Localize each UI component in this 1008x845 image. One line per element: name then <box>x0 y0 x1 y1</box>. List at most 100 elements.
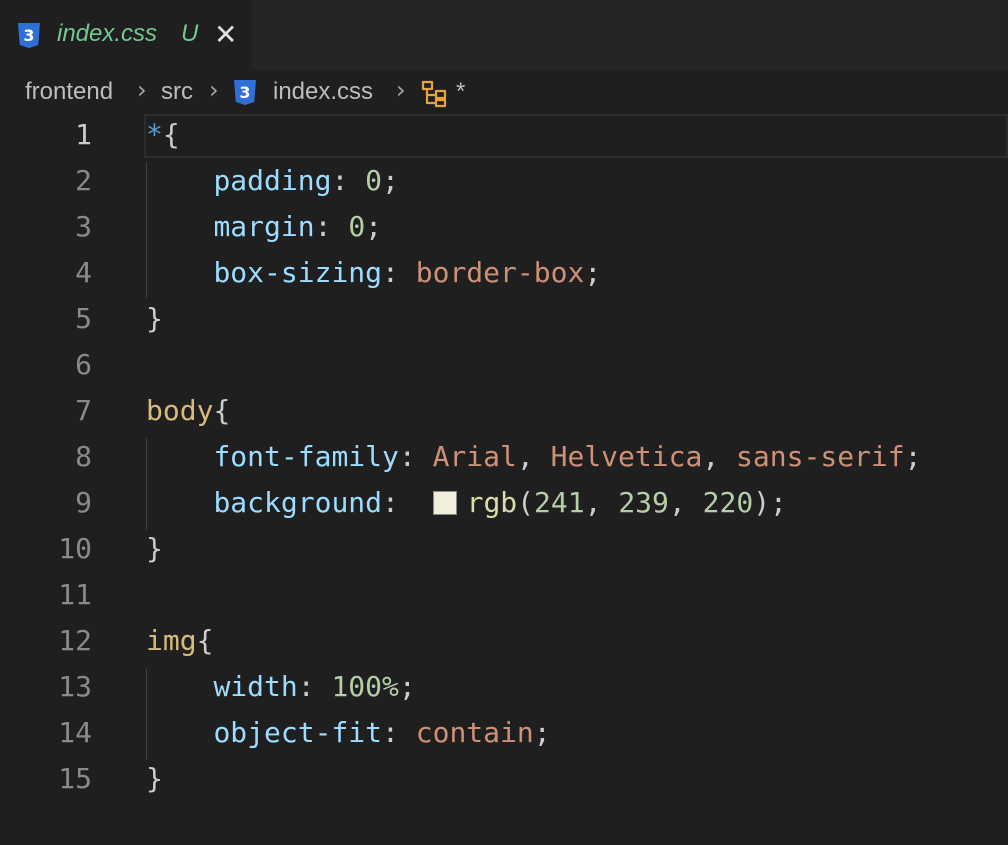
code-token: { <box>196 624 214 657</box>
code-token: { <box>213 394 231 427</box>
code-token: font-family <box>213 440 399 473</box>
code-line[interactable]: 14 object-fit: contain; <box>0 712 1008 758</box>
symbol-structure-icon <box>421 80 447 108</box>
code-line[interactable]: 13 width: 100%; <box>0 666 1008 712</box>
code-token: , <box>702 440 737 473</box>
code-line[interactable]: 1 *{ <box>0 114 1008 160</box>
code-token: } <box>146 532 163 565</box>
code-line[interactable]: 5} <box>0 298 1008 344</box>
code-token: rgb <box>466 486 518 519</box>
code-text: } <box>146 302 163 335</box>
code-token: ; <box>365 210 383 243</box>
code-token: ( <box>517 486 535 519</box>
code-token: 0 <box>348 210 366 243</box>
breadcrumb-item-src[interactable]: src <box>161 78 193 106</box>
code-text: } <box>146 532 163 565</box>
code-token: ; <box>382 164 399 197</box>
code-line[interactable]: 4 box-sizing: border-box; <box>0 252 1008 298</box>
tab-index-css[interactable]: 3 index.css U ✕ <box>0 0 252 70</box>
code-token: 220 <box>702 486 754 519</box>
breadcrumb-item-frontend[interactable]: frontend <box>25 78 113 106</box>
line-number: 2 <box>75 164 92 197</box>
code-line[interactable]: 7 body{ <box>0 390 1008 436</box>
line-number: 13 <box>58 670 92 703</box>
code-token: Arial <box>432 440 517 473</box>
breadcrumb-item-file[interactable]: index.css <box>273 78 373 106</box>
code-line[interactable]: 8 font-family: Arial, Helvetica, sans-se… <box>0 436 1008 482</box>
code-line[interactable]: 12 img{ <box>0 620 1008 666</box>
code-token: : <box>382 486 433 519</box>
code-line[interactable]: 9 background: rgb(241, 239, 220); <box>0 482 1008 528</box>
code-token: : <box>297 670 332 703</box>
line-number: 15 <box>58 762 92 795</box>
line-number: 3 <box>75 210 92 243</box>
code-token: ; <box>533 716 551 749</box>
code-line[interactable]: 2 padding: 0; <box>0 160 1008 206</box>
code-line[interactable]: 11 <box>0 574 1008 620</box>
code-token: : <box>382 256 416 289</box>
code-editor[interactable]: 1 *{2 padding: 0; 3 margin: 0; 4 box-sizing… <box>0 114 1008 845</box>
code-text: box-sizing: border-box; <box>146 256 601 289</box>
code-token: box-sizing <box>213 256 383 289</box>
chevron-right-icon: › <box>137 76 147 104</box>
code-text: background: rgb(241, 239, 220); <box>146 486 786 519</box>
close-icon[interactable]: ✕ <box>214 18 237 52</box>
code-token: , <box>516 440 551 473</box>
code-text: img{ <box>146 624 213 657</box>
line-number: 10 <box>58 532 92 565</box>
line-number: 4 <box>75 256 92 289</box>
code-line[interactable]: 3 margin: 0; <box>0 206 1008 252</box>
chevron-right-icon: › <box>396 76 406 104</box>
code-token: object-fit <box>213 716 383 749</box>
code-token: sans-serif <box>736 440 905 473</box>
line-number: 5 <box>75 302 92 335</box>
code-text: width: 100%; <box>146 670 416 703</box>
code-token: ; <box>584 256 602 289</box>
code-line[interactable]: 6 <box>0 344 1008 390</box>
code-token: border-box <box>415 256 585 289</box>
line-number: 6 <box>75 348 92 381</box>
code-token: , <box>668 486 703 519</box>
code-text: padding: 0; <box>146 164 399 197</box>
code-token: ; <box>398 670 416 703</box>
code-line[interactable]: 15} <box>0 758 1008 804</box>
code-text: object-fit: contain; <box>146 716 551 749</box>
code-token: { <box>162 118 180 151</box>
tab-bar: 3 index.css U ✕ <box>0 0 1008 70</box>
line-number: 1 <box>75 118 92 151</box>
code-token: : <box>398 440 433 473</box>
chevron-right-icon: › <box>209 76 219 104</box>
tab-title: index.css <box>57 20 158 47</box>
code-text: *{ <box>146 118 180 151</box>
code-line[interactable]: 10} <box>0 528 1008 574</box>
code-token: padding <box>213 164 332 197</box>
code-text: margin: 0; <box>146 210 382 243</box>
line-number: 11 <box>58 578 92 611</box>
code-token: body <box>146 394 214 427</box>
code-token: : <box>314 210 349 243</box>
line-number: 7 <box>75 394 92 427</box>
code-token: , <box>584 486 619 519</box>
line-number: 9 <box>75 486 92 519</box>
line-number: 12 <box>58 624 92 657</box>
code-token: ; <box>904 440 922 473</box>
code-token: : <box>382 716 416 749</box>
code-token: } <box>146 302 163 335</box>
code-token: margin <box>213 210 315 243</box>
code-token: 241 <box>534 486 585 519</box>
breadcrumb-item-selector[interactable]: * <box>456 78 465 106</box>
code-token: * <box>146 118 163 151</box>
code-token: } <box>146 762 163 795</box>
color-swatch[interactable] <box>432 491 457 515</box>
code-token: 100% <box>331 670 399 703</box>
code-text: font-family: Arial, Helvetica, sans-seri… <box>146 440 921 473</box>
code-text: } <box>146 762 163 795</box>
code-token: Helvetica <box>550 440 703 473</box>
